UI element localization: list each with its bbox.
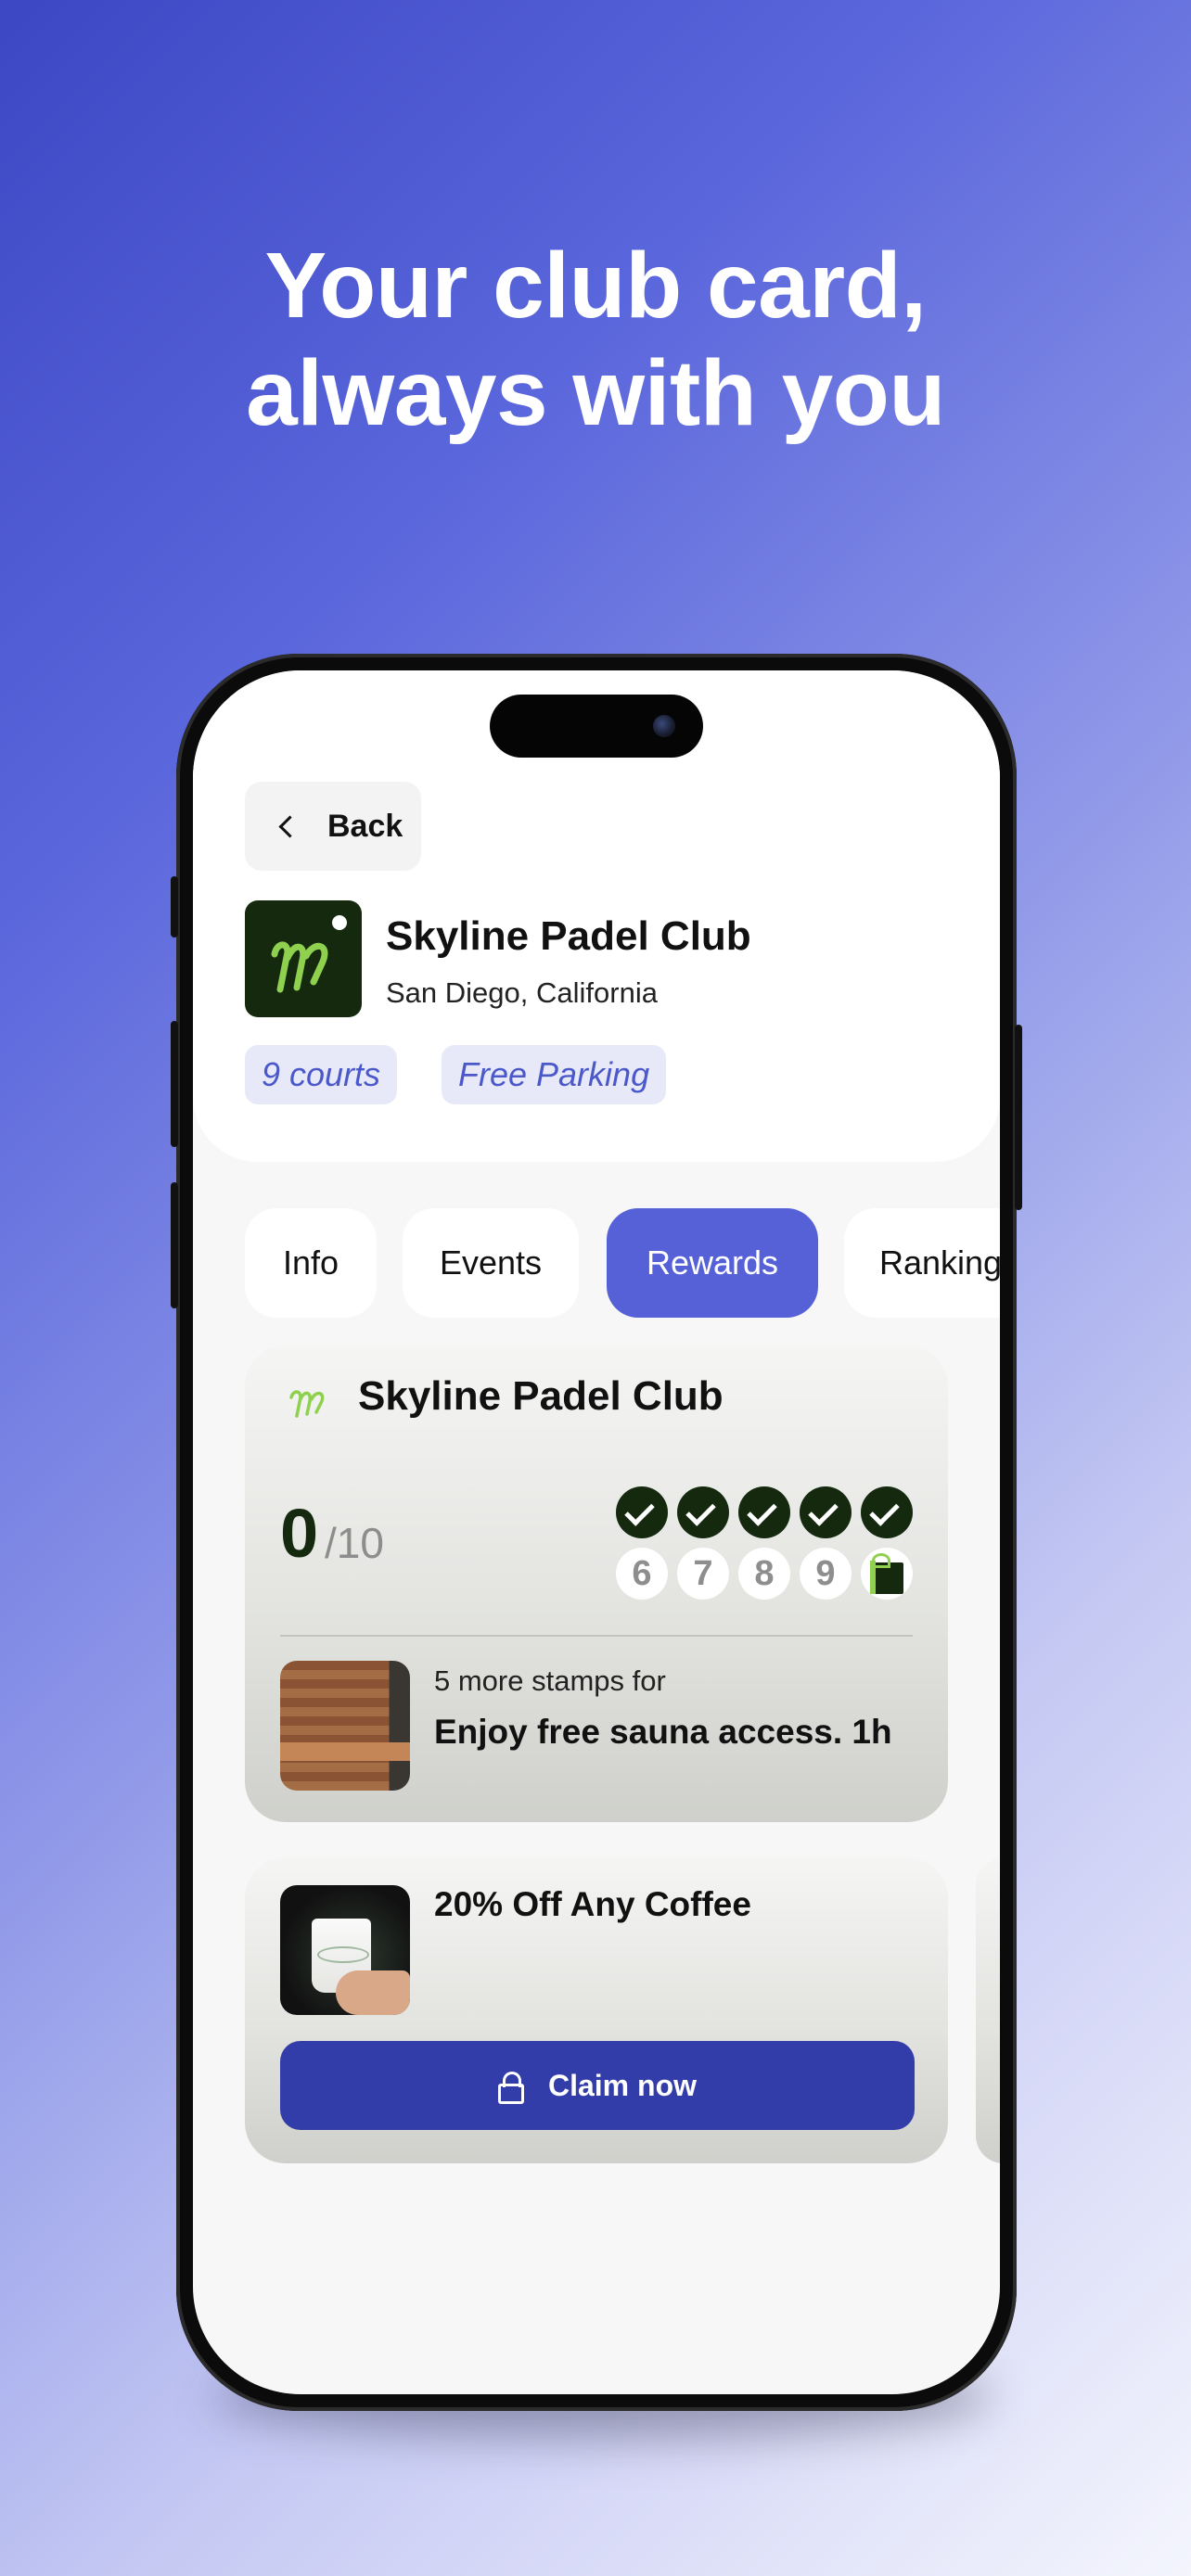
offer-card: 20% Off Any Coffee Claim now bbox=[245, 1857, 948, 2163]
headline-line-1: Your club card, bbox=[264, 234, 927, 338]
dynamic-island bbox=[490, 695, 703, 758]
next-offer-card-peek[interactable] bbox=[976, 1857, 1000, 2163]
back-button-label: Back bbox=[327, 808, 403, 844]
stamp-count: 0 bbox=[280, 1495, 319, 1572]
club-logo-mini-icon bbox=[289, 1390, 325, 1418]
sauna-image bbox=[280, 1661, 410, 1791]
club-logo-dot bbox=[332, 915, 347, 930]
action-button bbox=[171, 876, 178, 937]
volume-up-button bbox=[171, 1021, 178, 1147]
stamp-filled bbox=[738, 1486, 790, 1538]
gift-icon bbox=[861, 1548, 913, 1600]
stamp-filled bbox=[861, 1486, 913, 1538]
stamp-filled bbox=[616, 1486, 668, 1538]
tab-events[interactable]: Events bbox=[403, 1208, 579, 1318]
divider bbox=[280, 1635, 913, 1637]
club-logo bbox=[245, 900, 362, 1017]
reward-subtitle: 5 more stamps for bbox=[434, 1664, 666, 1697]
stamp-card-title: Skyline Padel Club bbox=[358, 1373, 724, 1419]
phone-frame: Back Skyline Padel Club San Diego, Calif… bbox=[171, 654, 1022, 2411]
claim-now-button[interactable]: Claim now bbox=[280, 2041, 915, 2130]
power-button bbox=[1015, 1025, 1022, 1210]
club-name: Skyline Padel Club bbox=[386, 913, 751, 959]
back-button[interactable]: Back bbox=[245, 782, 421, 871]
stamp-filled bbox=[800, 1486, 852, 1538]
stamp-filled bbox=[677, 1486, 729, 1538]
tab-rewards[interactable]: Rewards bbox=[607, 1208, 818, 1318]
tag-courts: 9 courts bbox=[245, 1045, 398, 1104]
claim-now-label: Claim now bbox=[547, 2068, 697, 2102]
stamp-empty: 9 bbox=[800, 1548, 852, 1600]
lock-icon bbox=[497, 2072, 524, 2104]
headline-line-2: always with you bbox=[246, 341, 945, 445]
reward-title: Enjoy free sauna access. 1h bbox=[434, 1713, 892, 1751]
stamp-total: /10 bbox=[325, 1519, 384, 1567]
headline: Your club card, always with you bbox=[0, 232, 1191, 447]
tag-parking: Free Parking bbox=[442, 1045, 667, 1104]
phone-screen: Back Skyline Padel Club San Diego, Calif… bbox=[193, 670, 1000, 2394]
stamp-empty: 7 bbox=[677, 1548, 729, 1600]
volume-down-button bbox=[171, 1182, 178, 1308]
tab-rankings[interactable]: Rankings bbox=[844, 1208, 1000, 1318]
offer-title: 20% Off Any Coffee bbox=[434, 1885, 751, 1923]
camera-icon bbox=[653, 715, 675, 737]
club-location: San Diego, California bbox=[386, 976, 658, 1009]
stamp-empty: 6 bbox=[616, 1548, 668, 1600]
stamp-empty: 8 bbox=[738, 1548, 790, 1600]
chevron-left-icon bbox=[278, 814, 301, 838]
tab-info[interactable]: Info bbox=[245, 1208, 377, 1318]
coffee-image bbox=[280, 1885, 410, 2015]
stamp-card[interactable]: Skyline Padel Club 0 /10 6789 5 more sta… bbox=[245, 1345, 948, 1822]
